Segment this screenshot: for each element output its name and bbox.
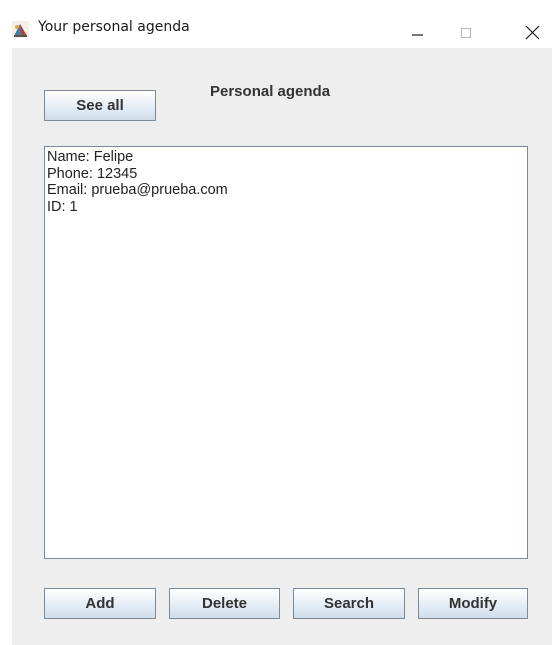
- contact-name-line: Name: Felipe: [47, 149, 134, 165]
- add-button[interactable]: Add: [44, 588, 156, 619]
- maximize-icon[interactable]: [444, 8, 490, 48]
- see-all-button[interactable]: See all: [44, 90, 156, 121]
- agenda-window: Your personal agenda See all Personal ag…: [0, 0, 552, 645]
- agenda-text-area[interactable]: Name: Felipe Phone: 12345 Email: prueba@…: [44, 146, 528, 559]
- window-title: Your personal agenda: [38, 19, 190, 35]
- contact-phone-line: Phone: 12345: [47, 165, 138, 182]
- contact-email-line: Email: prueba@prueba.com: [47, 182, 228, 198]
- minimize-icon[interactable]: [394, 8, 440, 48]
- search-button[interactable]: Search: [293, 588, 405, 619]
- modify-button[interactable]: Modify: [418, 588, 528, 619]
- title-bar[interactable]: Your personal agenda: [0, 0, 552, 48]
- delete-button[interactable]: Delete: [169, 588, 280, 619]
- java-cup-icon: [12, 21, 29, 38]
- close-icon[interactable]: [500, 8, 546, 48]
- page-title: Personal agenda: [210, 83, 331, 100]
- contact-id-line: ID: 1: [47, 198, 78, 215]
